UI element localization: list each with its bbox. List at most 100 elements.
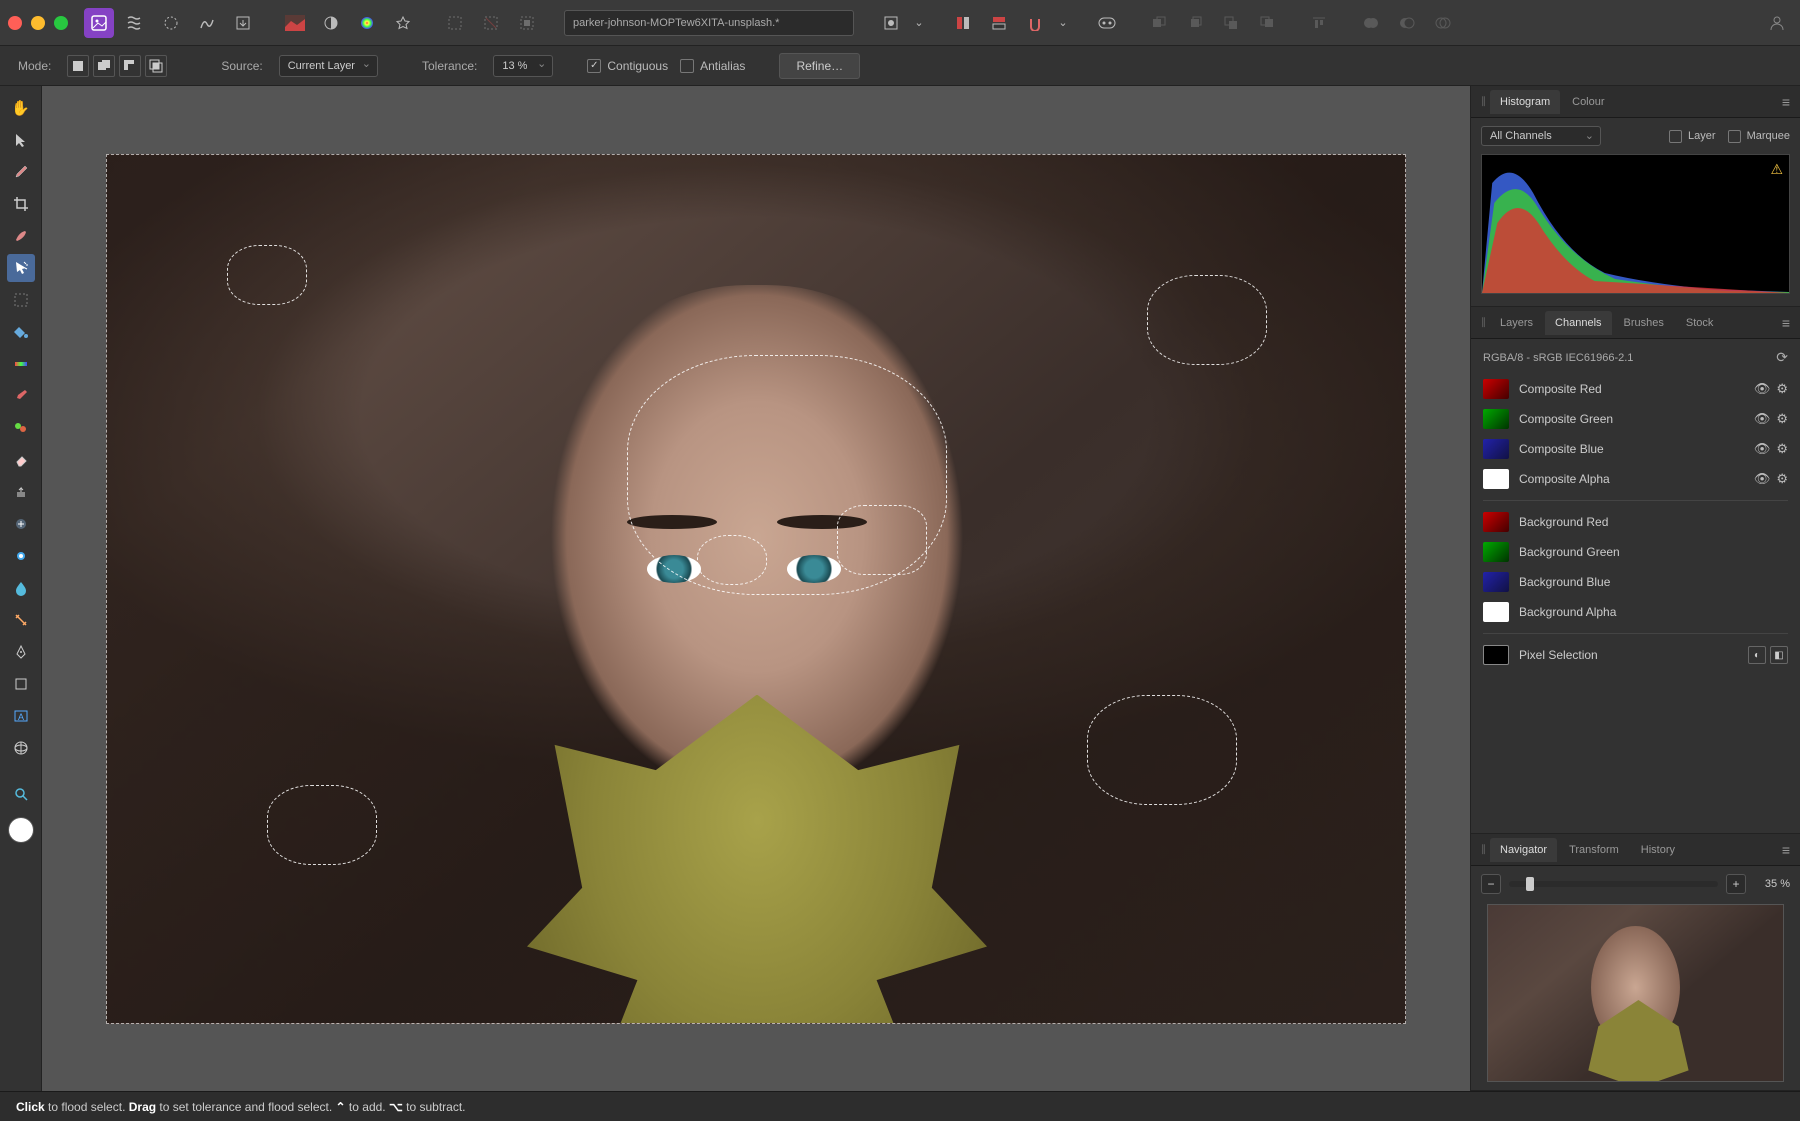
refine-button[interactable]: Refine…: [779, 53, 860, 79]
snapping-dropdown[interactable]: ⌄: [1056, 8, 1070, 38]
channel-background-red[interactable]: Background Red: [1471, 507, 1800, 537]
channel-composite-blue[interactable]: Composite Blue👁⚙: [1471, 434, 1800, 464]
arrange-front-button[interactable]: [1252, 8, 1282, 38]
source-select[interactable]: Current Layer: [279, 55, 378, 77]
edit-icon[interactable]: ⚙: [1776, 441, 1788, 457]
close-window-button[interactable]: [8, 16, 22, 30]
visibility-icon[interactable]: 👁: [1754, 411, 1771, 427]
tab-channels[interactable]: Channels: [1545, 311, 1611, 335]
account-button[interactable]: [1762, 8, 1792, 38]
histogram-layer-checkbox[interactable]: Layer: [1669, 130, 1716, 143]
retouch-tool[interactable]: [7, 606, 35, 634]
auto-levels-button[interactable]: [316, 8, 346, 38]
tab-histogram[interactable]: Histogram: [1490, 90, 1560, 114]
tolerance-input[interactable]: 13 %: [493, 55, 553, 77]
mesh-tool[interactable]: [7, 734, 35, 762]
edit-icon[interactable]: ⚙: [1776, 411, 1788, 427]
mode-new-button[interactable]: [67, 55, 89, 77]
persona-tonemap-button[interactable]: [192, 8, 222, 38]
panel-grip-icon[interactable]: ∥: [1477, 317, 1488, 328]
panel-grip-icon[interactable]: ∥: [1477, 96, 1488, 107]
zoom-out-button[interactable]: −: [1481, 874, 1501, 894]
boolean-add-button[interactable]: [1356, 8, 1386, 38]
mode-intersect-button[interactable]: [145, 55, 167, 77]
text-tool[interactable]: A: [7, 702, 35, 730]
blur-tool[interactable]: [7, 574, 35, 602]
tab-stock[interactable]: Stock: [1676, 311, 1724, 335]
channel-pixel-selection[interactable]: Pixel Selection ◐◧: [1471, 640, 1800, 670]
inpaint-tool[interactable]: [7, 510, 35, 538]
canvas[interactable]: [42, 86, 1470, 1091]
antialias-checkbox[interactable]: Antialias: [680, 59, 745, 73]
align-button[interactable]: [1304, 8, 1334, 38]
document-filename[interactable]: parker-johnson-MOPTew6XITA-unsplash.*: [564, 10, 854, 36]
record-button[interactable]: [876, 8, 906, 38]
selection-mask-icon[interactable]: ◧: [1770, 646, 1788, 664]
arrange-forward-button[interactable]: [1216, 8, 1246, 38]
zoom-in-button[interactable]: +: [1726, 874, 1746, 894]
view-tool[interactable]: ✋: [7, 94, 35, 122]
flood-fill-tool[interactable]: [7, 318, 35, 346]
assistant-button[interactable]: [1092, 8, 1122, 38]
color-picker-tool[interactable]: [7, 158, 35, 186]
selection-invert-button[interactable]: [512, 8, 542, 38]
selection-all-button[interactable]: [440, 8, 470, 38]
maximize-window-button[interactable]: [54, 16, 68, 30]
minimize-window-button[interactable]: [31, 16, 45, 30]
dodge-tool[interactable]: [7, 542, 35, 570]
foreground-color-swatch[interactable]: [9, 818, 33, 842]
marquee-tool[interactable]: [7, 286, 35, 314]
clone-tool[interactable]: [7, 478, 35, 506]
toggle-ui-1-button[interactable]: [948, 8, 978, 38]
visibility-icon[interactable]: 👁: [1754, 471, 1771, 487]
channel-composite-alpha[interactable]: Composite Alpha👁⚙: [1471, 464, 1800, 494]
tab-history[interactable]: History: [1631, 838, 1685, 862]
edit-icon[interactable]: ⚙: [1776, 381, 1788, 397]
toggle-ui-2-button[interactable]: [984, 8, 1014, 38]
channel-background-alpha[interactable]: Background Alpha: [1471, 597, 1800, 627]
boolean-intersect-button[interactable]: [1428, 8, 1458, 38]
persona-export-button[interactable]: [228, 8, 258, 38]
zoom-slider[interactable]: [1509, 881, 1718, 887]
auto-white-balance-button[interactable]: [388, 8, 418, 38]
panel-menu-button[interactable]: ≡: [1778, 94, 1794, 110]
visibility-icon[interactable]: 👁: [1754, 381, 1771, 397]
panel-menu-button[interactable]: ≡: [1778, 315, 1794, 331]
histogram-channel-select[interactable]: All Channels: [1481, 126, 1601, 146]
persona-liquify-button[interactable]: [120, 8, 150, 38]
record-dropdown[interactable]: ⌄: [912, 8, 926, 38]
visibility-icon[interactable]: 👁: [1754, 441, 1771, 457]
paint-mixer-tool[interactable]: [7, 414, 35, 442]
move-tool[interactable]: [7, 126, 35, 154]
edit-icon[interactable]: ⚙: [1776, 471, 1788, 487]
erase-tool[interactable]: [7, 446, 35, 474]
arrange-backward-button[interactable]: [1180, 8, 1210, 38]
tab-colour[interactable]: Colour: [1562, 90, 1614, 114]
mode-subtract-button[interactable]: [119, 55, 141, 77]
tab-transform[interactable]: Transform: [1559, 838, 1629, 862]
panel-grip-icon[interactable]: ∥: [1477, 844, 1488, 855]
tab-layers[interactable]: Layers: [1490, 311, 1543, 335]
mode-add-button[interactable]: [93, 55, 115, 77]
paint-brush-tool[interactable]: [7, 382, 35, 410]
channel-background-green[interactable]: Background Green: [1471, 537, 1800, 567]
tab-brushes[interactable]: Brushes: [1614, 311, 1674, 335]
navigator-preview[interactable]: [1487, 904, 1784, 1082]
auto-colors-button[interactable]: [352, 8, 382, 38]
channels-reset-button[interactable]: ⟳: [1776, 349, 1788, 366]
arrange-back-button[interactable]: [1144, 8, 1174, 38]
snapping-button[interactable]: [1020, 8, 1050, 38]
panel-menu-button[interactable]: ≡: [1778, 842, 1794, 858]
persona-photo-button[interactable]: [84, 8, 114, 38]
rectangle-tool[interactable]: [7, 670, 35, 698]
document-thumbnail-icon[interactable]: [280, 8, 310, 38]
persona-develop-button[interactable]: [156, 8, 186, 38]
tab-navigator[interactable]: Navigator: [1490, 838, 1557, 862]
gradient-tool[interactable]: [7, 350, 35, 378]
crop-tool[interactable]: [7, 190, 35, 218]
zoom-tool[interactable]: [7, 780, 35, 808]
contiguous-checkbox[interactable]: ✓ Contiguous: [587, 59, 668, 73]
pen-tool[interactable]: [7, 638, 35, 666]
selection-deselect-button[interactable]: [476, 8, 506, 38]
selection-invert-icon[interactable]: ◐: [1748, 646, 1766, 664]
